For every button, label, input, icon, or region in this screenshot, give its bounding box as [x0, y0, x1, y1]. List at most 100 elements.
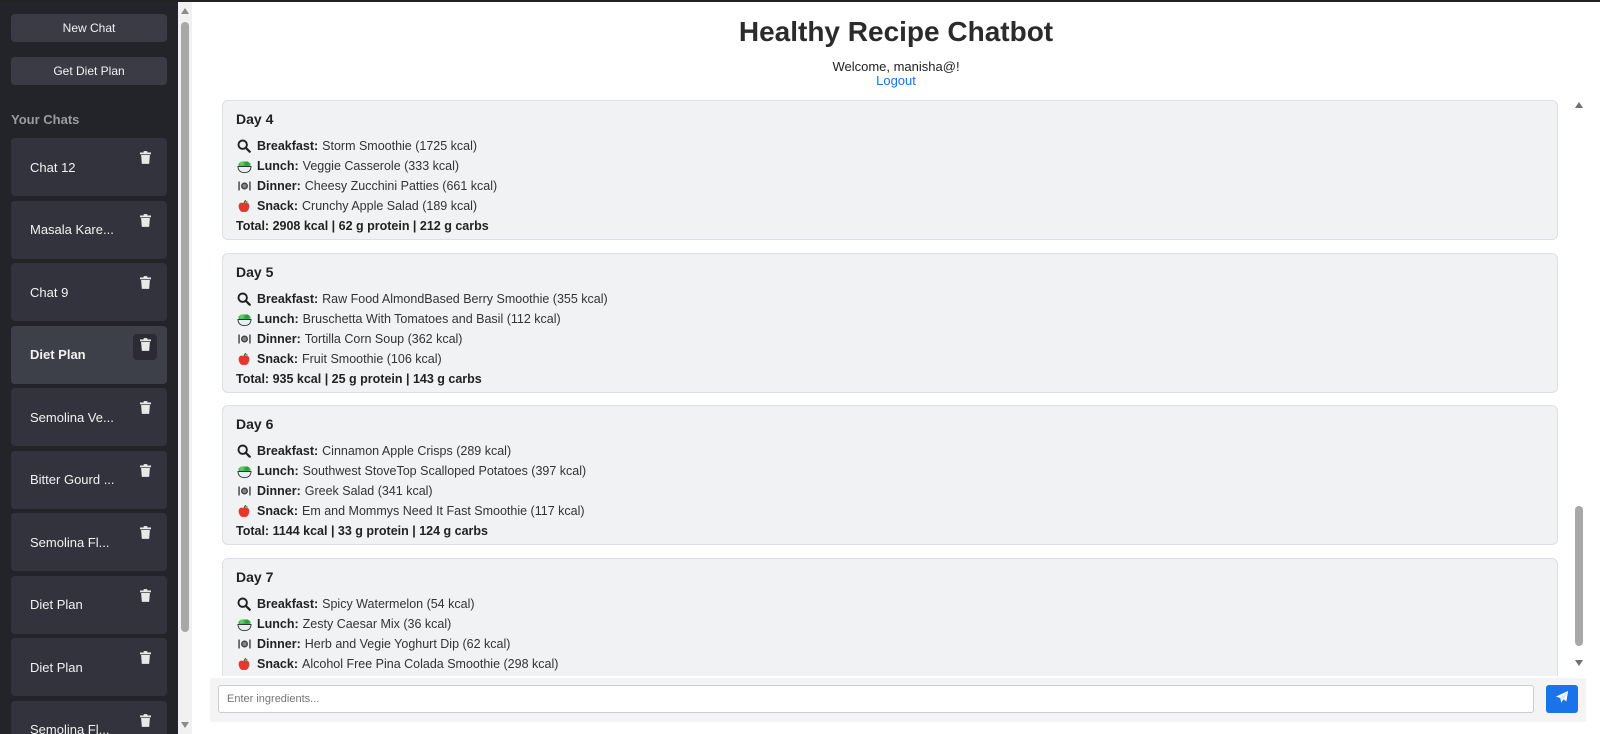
meal-row: Breakfast: Raw Food AlmondBased Berry Smo… [236, 289, 1544, 309]
chat-item-label: Semolina Fl... [30, 722, 110, 734]
meal-label: Breakfast: [257, 597, 319, 611]
day-card: Day 4 Breakfast: Storm Smoothie (1725 kcal… [222, 100, 1558, 240]
chat-item-label: Semolina Fl... [30, 534, 110, 550]
trash-icon[interactable] [133, 397, 157, 423]
meal-row: Snack: Fruit Smoothie (106 kcal) [236, 349, 1544, 369]
trash-icon[interactable] [133, 647, 157, 673]
day-total: Total: 935 kcal | 25 g protein | 143 g c… [236, 372, 482, 386]
meal-row: Breakfast: Cinnamon Apple Crisps (289 kca… [236, 441, 1544, 461]
ingredients-input[interactable] [218, 685, 1534, 713]
chat-item[interactable]: Semolina Ve... [11, 388, 167, 446]
magnifier-icon [236, 291, 252, 307]
meal-text: Alcohol Free Pina Colada Smoothie (298 k… [302, 657, 559, 671]
salad-bowl-icon [236, 616, 252, 632]
meal-row: Dinner: Cheesy Zucchini Patties (661 kcal… [236, 176, 1544, 196]
chat-item-label: Diet Plan [30, 597, 83, 612]
chat-item[interactable]: Diet Plan [11, 325, 167, 384]
meal-text: Crunchy Apple Salad (189 kcal) [302, 199, 478, 213]
new-chat-button[interactable]: New Chat [11, 14, 167, 42]
meal-text: Spicy Watermelon (54 kcal) [322, 597, 475, 611]
meal-text: Herb and Vegie Yoghurt Dip (62 kcal) [304, 637, 511, 651]
scroll-down-arrow-icon[interactable] [1575, 660, 1583, 666]
chat-item-label: Chat 12 [30, 159, 76, 175]
meal-text: Cinnamon Apple Crisps (289 kcal) [322, 444, 512, 458]
meal-label: Dinner: [257, 332, 301, 346]
chat-item[interactable]: Bitter Gourd ... [11, 450, 167, 509]
chat-item[interactable]: Diet Plan [11, 638, 167, 696]
fork-knife-plate-icon [236, 483, 252, 499]
sidebar-scrollbar[interactable] [178, 2, 192, 734]
meal-text: Greek Salad (341 kcal) [304, 484, 433, 498]
meal-label: Dinner: [257, 179, 301, 193]
chat-item-label: Diet Plan [30, 659, 83, 675]
logout-link[interactable]: Logout [192, 73, 1600, 88]
scrollbar-thumb[interactable] [181, 22, 189, 632]
chat-item[interactable]: Masala Kare... [11, 200, 167, 259]
meal-row: Lunch: Bruschetta With Tomatoes and Basil… [236, 309, 1544, 329]
magnifier-icon [236, 443, 252, 459]
meal-text: Veggie Casserole (333 kcal) [302, 159, 460, 173]
day-total: Total: 2908 kcal | 62 g protein | 212 g … [236, 219, 489, 233]
scroll-up-arrow-icon[interactable] [1575, 102, 1583, 108]
day-title: Day 6 [236, 416, 274, 432]
trash-icon[interactable] [133, 210, 157, 236]
magnifier-icon [236, 596, 252, 612]
trash-icon[interactable] [133, 147, 157, 173]
get-diet-plan-button[interactable]: Get Diet Plan [11, 57, 167, 85]
meal-row: Dinner: Herb and Vegie Yoghurt Dip (62 kc… [236, 634, 1544, 654]
day-card: Day 5 Breakfast: Raw Food AlmondBased Berr… [222, 253, 1558, 393]
trash-icon[interactable] [133, 585, 157, 611]
meal-label: Breakfast: [257, 292, 319, 306]
meal-row: Lunch: Veggie Casserole (333 kcal) [236, 156, 1544, 176]
fork-knife-plate-icon [236, 178, 252, 194]
salad-bowl-icon [236, 158, 252, 174]
meal-label: Breakfast: [257, 444, 319, 458]
day-card: Day 6 Breakfast: Cinnamon Apple Crisps (28… [222, 405, 1558, 545]
trash-icon[interactable] [133, 460, 157, 486]
chat-scrollbar[interactable] [1572, 98, 1586, 676]
scroll-down-arrow-icon[interactable] [181, 722, 189, 728]
meal-label: Dinner: [257, 484, 301, 498]
apple-icon [236, 198, 252, 214]
meal-row: Lunch: Southwest StoveTop Scalloped Potat… [236, 461, 1544, 481]
apple-icon [236, 656, 252, 672]
chat-item[interactable]: Semolina Fl... [11, 700, 167, 734]
meal-label: Lunch: [257, 312, 299, 326]
meal-row: Lunch: Zesty Caesar Mix (36 kcal) [236, 614, 1544, 634]
day-total: Total: 1144 kcal | 33 g protein | 124 g … [236, 524, 489, 538]
chat-item-label: Diet Plan [30, 347, 86, 362]
chat-item[interactable]: Chat 12 [11, 138, 167, 196]
meal-label: Snack: [257, 199, 298, 213]
chat-messages: Day 4 Breakfast: Storm Smoothie (1725 kcal… [210, 98, 1586, 676]
trash-icon[interactable] [133, 272, 157, 298]
meal-row: Breakfast: Spicy Watermelon (54 kcal) [236, 594, 1544, 614]
salad-bowl-icon [236, 463, 252, 479]
chat-item[interactable]: Chat 9 [11, 263, 167, 321]
meal-label: Snack: [257, 352, 298, 366]
meal-label: Breakfast: [257, 139, 319, 153]
trash-icon[interactable] [133, 710, 157, 734]
meal-label: Snack: [257, 657, 298, 671]
trash-icon[interactable] [133, 333, 157, 360]
day-title: Day 5 [236, 264, 274, 280]
meal-row: Dinner: Tortilla Corn Soup (362 kcal) [236, 329, 1544, 349]
meal-text: Bruschetta With Tomatoes and Basil (112 … [302, 312, 561, 326]
chat-item[interactable]: Diet Plan [11, 575, 167, 634]
meal-text: Storm Smoothie (1725 kcal) [322, 139, 478, 153]
trash-icon[interactable] [133, 522, 157, 548]
logout-label[interactable]: Logout [876, 73, 916, 88]
apple-icon [236, 503, 252, 519]
salad-bowl-icon [236, 311, 252, 327]
meal-text: Raw Food AlmondBased Berry Smoothie (355… [322, 292, 608, 306]
day-title: Day 7 [236, 569, 274, 585]
meal-row: Breakfast: Storm Smoothie (1725 kcal) [236, 136, 1544, 156]
fork-knife-plate-icon [236, 636, 252, 652]
meal-text: Em and Mommys Need It Fast Smoothie (117… [302, 504, 585, 518]
chat-item[interactable]: Semolina Fl... [11, 513, 167, 571]
meal-row: Snack: Alcohol Free Pina Colada Smoothie … [236, 654, 1544, 674]
scrollbar-thumb[interactable] [1575, 506, 1583, 646]
scroll-up-arrow-icon[interactable] [181, 8, 189, 14]
send-button[interactable] [1546, 685, 1578, 713]
apple-icon [236, 351, 252, 367]
chat-item-label: Masala Kare... [30, 222, 114, 237]
